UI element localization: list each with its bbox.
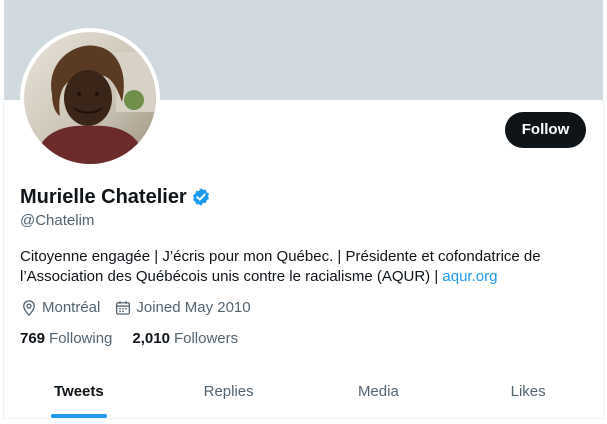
follow-counts: 769 Following 2,010 Followers <box>20 329 258 349</box>
profile-tabs: Tweets Replies Media Likes <box>4 370 603 419</box>
followers-count: 2,010 <box>132 330 170 347</box>
display-name: Murielle Chatelier <box>20 186 187 208</box>
avatar-photo <box>24 32 156 164</box>
active-tab-indicator <box>50 414 107 418</box>
tab-likes[interactable]: Likes <box>453 370 603 418</box>
bio: Citoyenne engagée | J’écris pour mon Qué… <box>20 247 590 287</box>
tab-label: Likes <box>510 383 546 400</box>
location-item: Montréal <box>20 298 100 318</box>
right-divider <box>603 100 604 420</box>
location-pin-icon <box>23 300 35 317</box>
verified-badge-icon[interactable] <box>191 187 211 207</box>
follow-button[interactable]: Follow <box>505 112 586 148</box>
following-count: 769 <box>20 330 46 347</box>
tab-replies[interactable]: Replies <box>154 370 304 418</box>
joined-item: Joined May 2010 <box>114 298 251 318</box>
tab-label: Tweets <box>54 383 104 400</box>
avatar[interactable] <box>24 32 156 164</box>
followers-label: Followers <box>173 330 239 347</box>
following-link[interactable]: 769 Following <box>20 329 112 349</box>
tab-label: Replies <box>203 383 254 400</box>
name-row: Murielle Chatelier <box>20 184 211 210</box>
joined-text: Joined May 2010 <box>136 299 251 316</box>
profile-page: Follow Murielle Chatelier @Chatelim Cito… <box>0 0 607 424</box>
handle: @Chatelim <box>20 212 95 229</box>
following-label: Following <box>49 330 113 347</box>
tab-label: Media <box>357 383 399 400</box>
tab-tweets[interactable]: Tweets <box>4 370 154 418</box>
tab-media[interactable]: Media <box>304 370 454 418</box>
calendar-icon <box>116 301 131 315</box>
bio-link[interactable]: aqur.org <box>442 268 497 285</box>
followers-link[interactable]: 2,010 Followers <box>132 329 238 349</box>
location-text: Montréal <box>42 299 101 316</box>
profile-meta: Montréal Joined May 2010 <box>20 298 265 318</box>
